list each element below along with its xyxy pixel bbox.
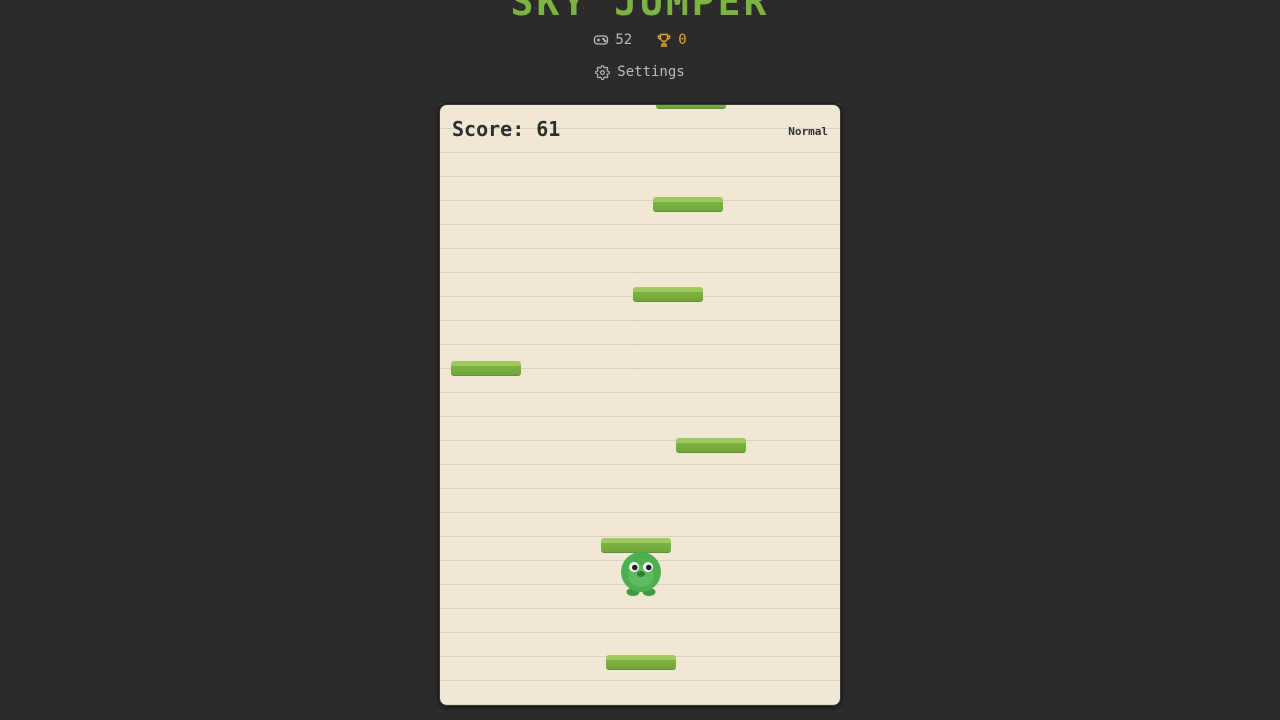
- player-character: [617, 547, 665, 597]
- best-score-count: 0: [678, 32, 687, 48]
- settings-label: Settings: [617, 64, 685, 80]
- trophy-icon: [656, 32, 672, 48]
- platform: [676, 438, 746, 453]
- stats-bar: 52 0: [0, 30, 1280, 50]
- games-played-count: 52: [615, 32, 633, 48]
- score-label: Score:: [452, 117, 525, 141]
- game-canvas[interactable]: Score: 61 Normal: [439, 104, 841, 706]
- platform: [633, 287, 703, 302]
- platform: [653, 197, 723, 212]
- games-played-stat: 52: [593, 32, 632, 48]
- platform: [656, 105, 726, 109]
- difficulty-label: Normal: [788, 125, 828, 138]
- game-title: SKY JUMPER: [510, 0, 770, 24]
- best-score-stat: 0: [656, 32, 687, 48]
- gear-icon: [595, 64, 611, 80]
- platform: [451, 361, 521, 376]
- settings-button[interactable]: Settings: [0, 62, 1280, 82]
- gamepad-icon: [593, 33, 609, 47]
- platform: [606, 655, 676, 670]
- score-display: Score: 61: [452, 117, 560, 141]
- score-value: 61: [536, 117, 561, 141]
